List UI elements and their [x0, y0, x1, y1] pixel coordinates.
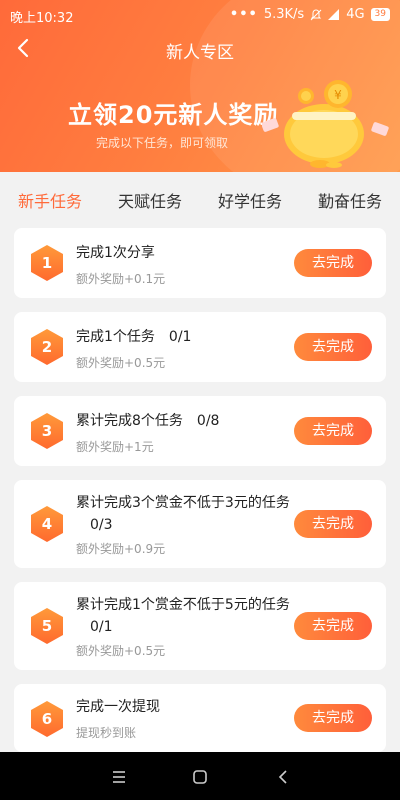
- menu-icon[interactable]: [110, 768, 128, 786]
- task-number-badge: 6: [30, 700, 64, 738]
- task-title: 累计完成3个赏金不低于3元的任务 0/3: [76, 492, 294, 536]
- go-complete-button[interactable]: 去完成: [294, 417, 372, 445]
- back-icon[interactable]: [275, 768, 293, 786]
- tab-diligent-tasks[interactable]: 勤奋任务: [318, 188, 382, 212]
- task-reward: 额外奖励+0.1元: [76, 272, 166, 286]
- task-reward: 额外奖励+1元: [76, 440, 154, 454]
- network-speed: 5.3K/s: [263, 7, 305, 22]
- notification-dots-icon: •••: [229, 7, 258, 22]
- svg-text:¥: ¥: [334, 88, 342, 102]
- status-bar: 晚上10:32 ••• 5.3K/s 4G 39: [0, 0, 400, 28]
- task-card: 6 完成一次提现 提现秒到账 去完成: [14, 684, 386, 752]
- go-complete-button[interactable]: 去完成: [294, 510, 372, 538]
- task-title-text: 完成1次分享: [76, 245, 155, 261]
- banner-title: 立领20元新人奖励: [68, 101, 279, 129]
- task-number-badge: 4: [30, 505, 64, 543]
- task-progress: 0/1: [90, 619, 113, 635]
- header-banner: 晚上10:32 ••• 5.3K/s 4G 39 新人专区 立领20元新人奖励 …: [0, 0, 400, 172]
- piggy-bank-icon: ¥: [262, 80, 389, 168]
- task-reward: 额外奖励+0.9元: [76, 542, 166, 556]
- task-card: 5 累计完成1个赏金不低于5元的任务 0/1 额外奖励+0.5元 去完成: [14, 582, 386, 670]
- task-progress: 0/3: [90, 517, 113, 533]
- task-number: 2: [41, 338, 53, 356]
- task-progress: 0/8: [196, 413, 220, 429]
- task-title: 完成1个任务 0/1: [76, 326, 294, 348]
- task-card: 4 累计完成3个赏金不低于3元的任务 0/3 额外奖励+0.9元 去完成: [14, 480, 386, 568]
- task-number-badge: 5: [30, 607, 64, 645]
- task-card: 3 累计完成8个任务 0/8 额外奖励+1元 去完成: [14, 396, 386, 466]
- page-title: 新人专区: [166, 43, 234, 63]
- tab-talent-tasks[interactable]: 天赋任务: [118, 188, 182, 212]
- task-progress: 0/1: [168, 329, 192, 345]
- task-number: 5: [41, 617, 53, 635]
- go-complete-button[interactable]: 去完成: [294, 704, 372, 732]
- network-type: 4G: [346, 7, 365, 22]
- tab-study-tasks[interactable]: 好学任务: [218, 188, 282, 212]
- task-title-text: 完成一次提现: [76, 699, 160, 715]
- task-reward: 提现秒到账: [76, 726, 137, 740]
- task-number: 1: [41, 254, 53, 272]
- go-complete-button[interactable]: 去完成: [294, 249, 372, 277]
- task-number: 6: [41, 710, 53, 728]
- system-navigation-bar: [0, 752, 400, 800]
- task-reward: 额外奖励+0.5元: [76, 644, 166, 658]
- go-complete-button[interactable]: 去完成: [294, 612, 372, 640]
- home-icon[interactable]: [191, 768, 209, 786]
- task-tabs: 新手任务 天赋任务 好学任务 勤奋任务: [0, 172, 400, 220]
- battery-icon: 39: [370, 8, 390, 21]
- task-reward: 额外奖励+0.5元: [76, 356, 166, 370]
- mute-icon: [310, 8, 322, 20]
- go-complete-button[interactable]: 去完成: [294, 333, 372, 361]
- task-title-text: 累计完成1个赏金不低于5元的任务: [76, 597, 290, 613]
- task-number: 3: [41, 422, 53, 440]
- task-number-badge: 1: [30, 244, 64, 282]
- signal-icon: [328, 9, 340, 20]
- task-number: 4: [41, 515, 53, 533]
- status-time: 晚上10:32: [10, 11, 74, 26]
- banner-subtitle: 完成以下任务，即可领取: [96, 136, 229, 150]
- status-indicators: ••• 5.3K/s 4G 39: [230, 7, 390, 22]
- tab-newbie-tasks[interactable]: 新手任务: [18, 188, 82, 212]
- task-number-badge: 2: [30, 328, 64, 366]
- task-title-text: 累计完成3个赏金不低于3元的任务: [76, 495, 290, 511]
- task-title-text: 完成1个任务: [76, 329, 155, 345]
- task-number-badge: 3: [30, 412, 64, 450]
- task-title: 累计完成8个任务 0/8: [76, 410, 294, 432]
- task-title: 完成一次提现: [76, 696, 294, 718]
- task-card: 2 完成1个任务 0/1 额外奖励+0.5元 去完成: [14, 312, 386, 382]
- task-title-text: 累计完成8个任务: [76, 413, 183, 429]
- task-card: 1 完成1次分享 额外奖励+0.1元 去完成: [14, 228, 386, 298]
- task-title: 完成1次分享: [76, 242, 294, 264]
- task-title: 累计完成1个赏金不低于5元的任务 0/1: [76, 594, 294, 638]
